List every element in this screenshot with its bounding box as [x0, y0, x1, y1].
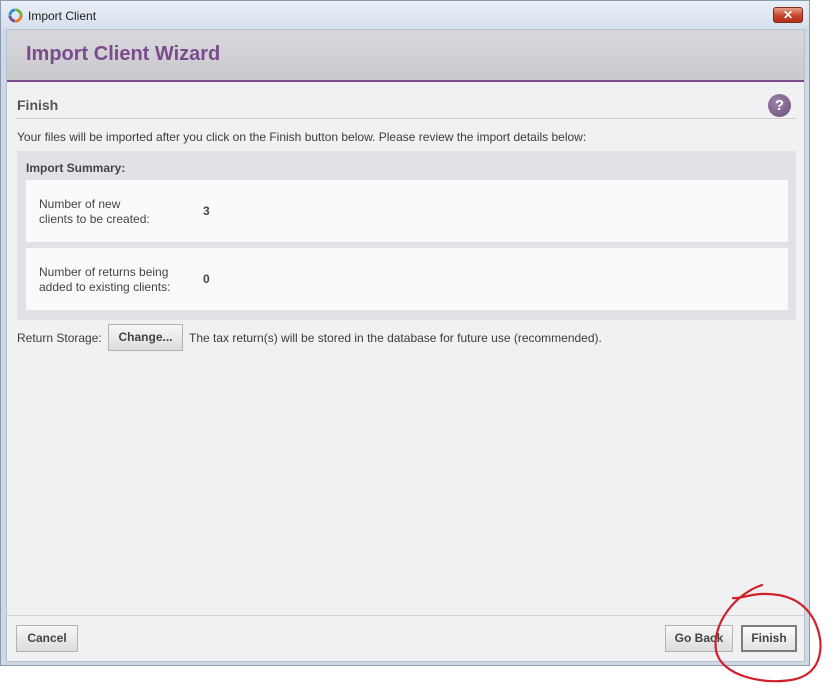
import-summary: Import Summary: Number of new clients to… [17, 151, 796, 320]
finish-button[interactable]: Finish [741, 625, 797, 652]
cancel-button[interactable]: Cancel [16, 625, 78, 652]
wizard-title: Import Client Wizard [26, 43, 221, 65]
existing-returns-value: 0 [203, 272, 210, 286]
section-divider [15, 118, 796, 119]
existing-returns-label-line1: Number of returns being [39, 265, 169, 279]
new-clients-label: Number of new clients to be created: [39, 197, 189, 227]
go-back-button[interactable]: Go Back [665, 625, 733, 652]
title-bar[interactable]: Import Client ✕ [1, 1, 809, 29]
existing-returns-label-line2: added to existing clients: [39, 280, 171, 294]
summary-row-new-clients: Number of new clients to be created: 3 [26, 180, 788, 242]
help-icon-glyph: ? [774, 97, 785, 114]
summary-row-existing-clients: Number of returns being added to existin… [26, 248, 788, 310]
new-clients-value: 3 [203, 204, 210, 218]
wizard-header: Import Client Wizard [7, 30, 804, 82]
app-logo-icon [8, 8, 23, 23]
new-clients-label-line2: clients to be created: [39, 212, 150, 226]
section-title: Finish [17, 97, 59, 113]
footer-divider [7, 615, 804, 616]
change-storage-button[interactable]: Change... [108, 324, 183, 351]
new-clients-label-line1: Number of new [39, 197, 121, 211]
close-button[interactable]: ✕ [773, 7, 803, 23]
import-client-window: Import Client ✕ Import Client Wizard Fin… [0, 0, 810, 666]
close-icon: ✕ [782, 8, 794, 22]
existing-returns-label: Number of returns being added to existin… [39, 265, 189, 295]
intro-text: Your files will be imported after you cl… [17, 130, 587, 144]
help-icon[interactable]: ? [768, 94, 791, 117]
window-title: Import Client [28, 9, 97, 23]
return-storage-label: Return Storage: [17, 331, 102, 345]
import-summary-title: Import Summary: [26, 161, 126, 175]
return-storage-description: The tax return(s) will be stored in the … [189, 331, 602, 345]
wizard-body: Import Client Wizard Finish ? Your files… [6, 29, 805, 662]
